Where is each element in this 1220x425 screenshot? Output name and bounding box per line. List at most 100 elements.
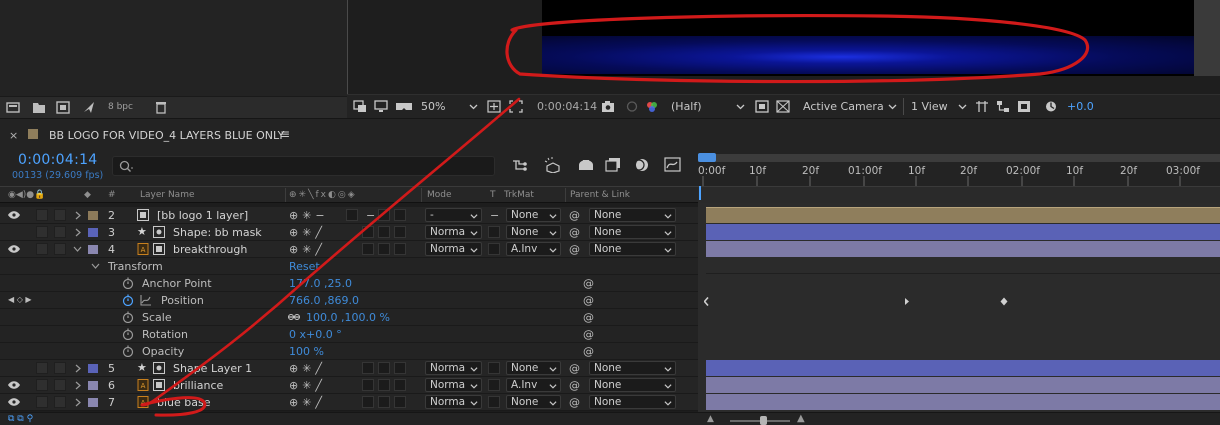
trkmat-dropdown[interactable]: None — [506, 225, 561, 239]
layer-switches[interactable]: ⊕✳╱ — [289, 243, 326, 256]
label-color[interactable] — [88, 245, 98, 254]
panel-menu-icon[interactable]: ≡ — [280, 127, 290, 141]
region-of-interest-icon[interactable] — [509, 100, 523, 113]
motion-blur-icon[interactable] — [1017, 100, 1031, 113]
property-row[interactable]: Rotation 0 x+0.0 ° @ — [0, 326, 698, 343]
lock-switch[interactable] — [54, 379, 66, 391]
pickwhip-icon[interactable]: @ — [583, 277, 594, 290]
interpret-footage-icon[interactable] — [6, 101, 20, 114]
trkmat-dropdown[interactable]: None — [506, 208, 561, 222]
layer-row[interactable]: 5 ★ Shape Layer 1 ⊕✳╱ Norma None @ None — [0, 360, 698, 377]
chevron-right-icon[interactable] — [74, 381, 82, 390]
mode-dropdown[interactable]: Norma — [425, 361, 482, 375]
preserve-transparency[interactable] — [488, 396, 500, 408]
eye-icon[interactable] — [7, 397, 21, 407]
layer-switches[interactable]: ⊕✳− — [289, 209, 329, 222]
draft-3d-icon[interactable] — [544, 157, 562, 173]
label-color[interactable] — [88, 364, 98, 373]
lock-switch[interactable] — [54, 243, 66, 255]
layer-name[interactable]: blue base — [157, 396, 211, 409]
preserve-transparency[interactable] — [488, 379, 500, 391]
layer-switches[interactable]: ⊕✳╱ — [289, 226, 326, 239]
stopwatch-icon[interactable] — [122, 345, 134, 357]
current-time-indicator[interactable] — [699, 186, 701, 200]
close-tab-icon[interactable]: × — [9, 129, 18, 142]
graph-editor-icon[interactable] — [664, 157, 682, 173]
switch-box[interactable] — [362, 362, 374, 374]
pickwhip-icon[interactable]: @ — [569, 243, 580, 256]
exposure-value[interactable]: +0.0 — [1067, 100, 1094, 113]
frame-blending-icon[interactable] — [604, 157, 622, 173]
lock-switch[interactable] — [54, 362, 66, 374]
layer-switches[interactable]: ⊕✳╱ — [289, 362, 326, 375]
layer-bar[interactable] — [706, 360, 1220, 376]
viewer-timecode[interactable]: 0:00:04:14 — [537, 100, 597, 113]
monitor-icon[interactable] — [374, 100, 388, 113]
chevron-right-icon[interactable] — [74, 398, 82, 407]
switch-box[interactable] — [378, 243, 390, 255]
layer-name[interactable]: brilliance — [173, 379, 223, 392]
switch-box[interactable] — [394, 396, 406, 408]
property-row[interactable]: Opacity 100 % @ — [0, 343, 698, 360]
trkmat-dropdown[interactable]: A.Inv — [506, 242, 561, 256]
pickwhip-icon[interactable]: @ — [569, 379, 580, 392]
property-value[interactable]: 766.0 ,869.0 — [289, 294, 359, 307]
switch-box[interactable] — [378, 209, 390, 221]
pickwhip-icon[interactable]: @ — [569, 362, 580, 375]
chevron-down-icon[interactable] — [469, 102, 478, 111]
zoom-slider-thumb[interactable] — [760, 416, 767, 425]
layer-name[interactable]: [bb logo 1 layer] — [157, 209, 248, 222]
label-color[interactable] — [88, 381, 98, 390]
show-snapshot-icon[interactable] — [625, 100, 639, 113]
toggle-pixel-aspect-icon[interactable] — [975, 100, 989, 113]
transparency-grid-icon[interactable] — [776, 100, 790, 113]
parent-dropdown[interactable]: None — [589, 225, 676, 239]
layer-row[interactable]: 4 A breakthrough ⊕✳╱ Norma A.Inv @ None — [0, 241, 698, 258]
fast-preview-icon[interactable] — [755, 100, 769, 113]
eye-icon[interactable] — [7, 244, 21, 254]
chevron-down-icon[interactable] — [736, 102, 745, 111]
keyframe-nav-icons[interactable]: ◀ ◇ ▶ — [8, 295, 32, 304]
constrain-proportions-icon[interactable] — [288, 311, 300, 323]
current-time-display[interactable]: 0:00:04:14 — [18, 152, 98, 168]
layer-name[interactable]: Shape: bb mask — [173, 226, 262, 239]
graph-icon[interactable] — [140, 294, 152, 306]
switch-box[interactable] — [362, 243, 374, 255]
work-area-start-handle[interactable] — [698, 153, 716, 162]
mode-dropdown[interactable]: - — [425, 208, 482, 222]
switch-box[interactable] — [362, 379, 374, 391]
chevron-down-icon[interactable] — [888, 102, 897, 111]
solo-switch[interactable] — [36, 379, 48, 391]
layer-row[interactable]: 3 ★ Shape: bb mask ⊕✳╱ Norma None @ None — [0, 224, 698, 241]
timeline-tab-title[interactable]: BB LOGO FOR VIDEO_4 LAYERS BLUE ONLY — [49, 129, 284, 142]
layer-bar[interactable] — [706, 241, 1220, 257]
solo-switch[interactable] — [36, 226, 48, 238]
solo-switch[interactable] — [36, 396, 48, 408]
position-keyframes[interactable] — [704, 297, 1014, 306]
label-color[interactable] — [88, 228, 98, 237]
mode-dropdown[interactable]: Norma — [425, 378, 482, 392]
lock-switch[interactable] — [54, 209, 66, 221]
trkmat-dropdown[interactable]: None — [506, 361, 561, 375]
work-area-bar[interactable] — [698, 154, 1220, 162]
layer-row[interactable]: 2 [bb logo 1 layer] ⊕✳− − - − None @ Non… — [0, 207, 698, 224]
layer-row[interactable]: 7 A blue base ⊕✳╱ Norma None @ None — [0, 394, 698, 411]
shy-layers-icon[interactable] — [577, 158, 595, 172]
resolution-value[interactable]: (Half) — [671, 100, 702, 113]
reset-exposure-icon[interactable] — [1044, 100, 1058, 113]
pickwhip-icon[interactable]: @ — [583, 345, 594, 358]
layer-row[interactable]: 6 A brilliance ⊕✳╱ Norma A.Inv @ None — [0, 377, 698, 394]
switch-box[interactable] — [378, 362, 390, 374]
layer-name[interactable]: breakthrough — [173, 243, 247, 256]
search-input[interactable] — [112, 156, 495, 176]
snapshot-camera-icon[interactable] — [601, 100, 615, 113]
pickwhip-icon[interactable]: @ — [569, 226, 580, 239]
property-row[interactable]: Anchor Point 177.0 ,25.0 @ — [0, 275, 698, 292]
pickwhip-icon[interactable]: @ — [569, 209, 580, 222]
color-channels-icon[interactable] — [645, 100, 659, 113]
chevron-right-icon[interactable] — [74, 364, 82, 373]
switch-box[interactable] — [394, 209, 406, 221]
stopwatch-icon[interactable] — [122, 277, 134, 289]
chevron-right-icon[interactable] — [74, 211, 82, 220]
preserve-transparency[interactable] — [488, 362, 500, 374]
